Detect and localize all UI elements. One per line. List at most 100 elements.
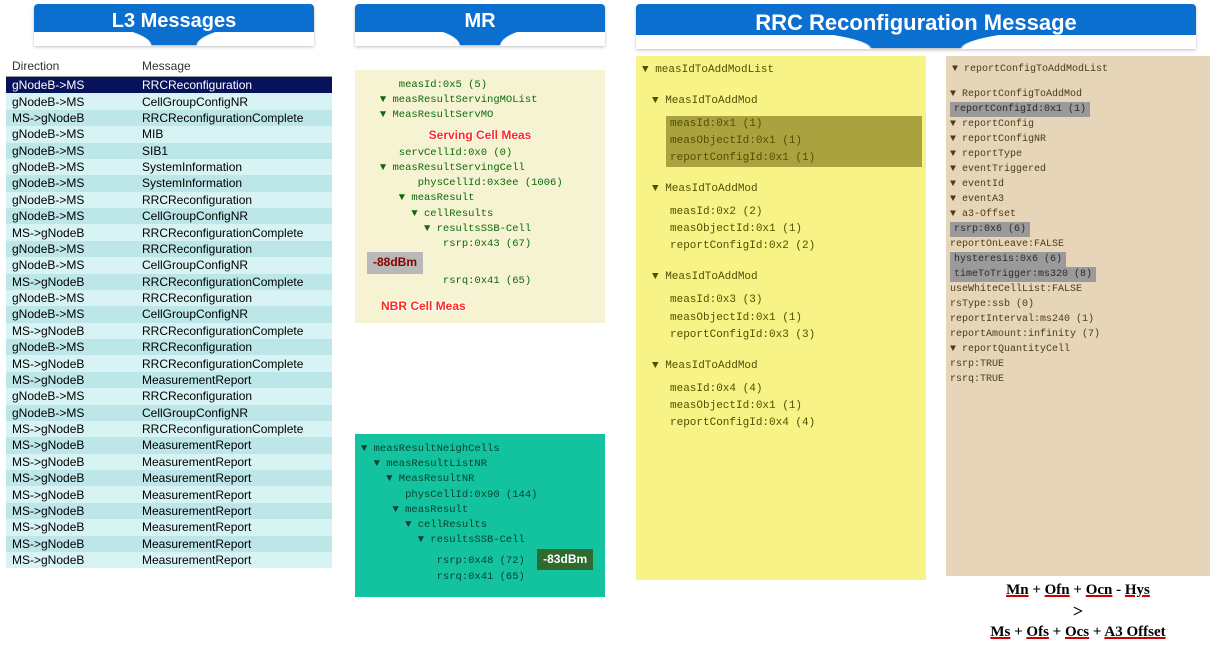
tree-line: rsType:ssb (0): [950, 297, 1208, 312]
banner-mr: MR: [355, 4, 605, 45]
table-row[interactable]: MS->gNodeBMeasurementReport: [6, 503, 332, 519]
table-row[interactable]: gNodeB->MSRRCReconfiguration: [6, 388, 332, 404]
measid-block-head: ▼ MeasIdToAddMod: [640, 93, 922, 110]
measid-row: reportConfigId:0x2 (2): [640, 238, 922, 255]
measid-row: measId:0x3 (3): [640, 292, 922, 309]
table-row[interactable]: MS->gNodeBMeasurementReport: [6, 519, 332, 535]
tree-line: timeToTrigger:ms320 (8): [950, 267, 1208, 282]
measid-block-head: ▼ MeasIdToAddMod: [640, 181, 922, 198]
table-row[interactable]: MS->gNodeBRRCReconfigurationComplete: [6, 274, 332, 290]
tree-line: reportAmount:infinity (7): [950, 327, 1208, 342]
mr-serving-panel: measId:0x5 (5) ▼ measResultServingMOList…: [355, 70, 605, 323]
tree-line: ▼ cellResults: [361, 518, 599, 533]
table-row[interactable]: MS->gNodeBMeasurementReport: [6, 372, 332, 388]
rrc-measid-panel: ▼ measIdToAddModList ▼ MeasIdToAddMod mea…: [636, 56, 926, 580]
tree-line: ▼ cellResults: [361, 207, 599, 222]
table-row[interactable]: gNodeB->MSRRCReconfiguration: [6, 241, 332, 257]
tree-line: ▼ MeasResultNR: [361, 472, 599, 487]
tree-line: rsrp:TRUE: [950, 357, 1208, 372]
measid-row: measId:0x1 (1): [666, 116, 922, 133]
measid-block-head: ▼ MeasIdToAddMod: [640, 269, 922, 286]
serving-rsrp-badge: -88dBm: [367, 252, 423, 273]
tree-line: ▼ measResult: [361, 191, 599, 206]
tree-line: reportInterval:ms240 (1): [950, 312, 1208, 327]
table-row[interactable]: gNodeB->MSRRCReconfiguration: [6, 192, 332, 208]
rrc-reportcfg-title: ▼ reportConfigToAddModList: [950, 62, 1208, 77]
table-row[interactable]: MS->gNodeBMeasurementReport: [6, 552, 332, 568]
measid-row: measId:0x4 (4): [640, 381, 922, 398]
table-row[interactable]: gNodeB->MSMIB: [6, 126, 332, 142]
table-row[interactable]: MS->gNodeBMeasurementReport: [6, 486, 332, 502]
tree-line: ▼ resultsSSB-Cell: [361, 222, 599, 237]
measid-block-head: ▼ MeasIdToAddMod: [640, 358, 922, 375]
banner-rrc: RRC Reconfiguration Message: [636, 4, 1196, 48]
tree-line: ▼ reportConfigNR: [950, 132, 1208, 147]
mr-neighbor-panel: ▼ measResultNeighCells ▼ measResultListN…: [355, 434, 605, 597]
rrc-measid-title: ▼ measIdToAddModList: [640, 62, 922, 79]
tree-line: ▼ eventTriggered: [950, 162, 1208, 177]
tree-line: measId:0x5 (5): [361, 78, 599, 93]
serving-cell-meas-label: Serving Cell Meas: [429, 128, 532, 142]
a3-event-formula: Mn + Ofn + Ocn - Hys > Ms + Ofs + Ocs + …: [946, 582, 1210, 641]
table-row[interactable]: MS->gNodeBMeasurementReport: [6, 454, 332, 470]
table-row[interactable]: gNodeB->MSCellGroupConfigNR: [6, 208, 332, 224]
tree-line: rsrq:TRUE: [950, 372, 1208, 387]
tree-line: reportConfigId:0x1 (1): [950, 102, 1208, 117]
table-row[interactable]: MS->gNodeBMeasurementReport: [6, 437, 332, 453]
nbr-rsrp-badge: -83dBm: [537, 549, 593, 570]
tree-line: ▼ measResultServingCell: [361, 161, 599, 176]
tree-line: ▼ measResultListNR: [361, 457, 599, 472]
serving-rsrq: rsrq:0x41 (65): [361, 275, 531, 287]
l3-messages-table: Direction Message gNodeB->MSRRCReconfigu…: [6, 56, 332, 568]
nbr-cell-meas-label: NBR Cell Meas: [381, 299, 466, 313]
measid-row: measObjectId:0x1 (1): [666, 133, 922, 150]
nbr-rsrq: rsrq:0x41 (65): [361, 571, 525, 583]
rrc-reportconfig-panel: ▼ reportConfigToAddModList ▼ ReportConfi…: [946, 56, 1210, 576]
table-row[interactable]: gNodeB->MSCellGroupConfigNR: [6, 257, 332, 273]
table-row[interactable]: gNodeB->MSSystemInformation: [6, 159, 332, 175]
table-row[interactable]: MS->gNodeBRRCReconfigurationComplete: [6, 355, 332, 371]
banner-l3: L3 Messages: [34, 4, 314, 45]
measid-row: reportConfigId:0x3 (3): [640, 327, 922, 344]
tree-line: reportOnLeave:FALSE: [950, 237, 1208, 252]
tree-line: ▼ reportType: [950, 147, 1208, 162]
table-row[interactable]: gNodeB->MSCellGroupConfigNR: [6, 405, 332, 421]
l3-col-message: Message: [136, 56, 332, 77]
tree-line: ▼ resultsSSB-Cell: [361, 533, 599, 548]
table-row[interactable]: MS->gNodeBRRCReconfigurationComplete: [6, 110, 332, 126]
table-row[interactable]: gNodeB->MSRRCReconfiguration: [6, 77, 332, 94]
table-row[interactable]: MS->gNodeBRRCReconfigurationComplete: [6, 224, 332, 240]
table-row[interactable]: MS->gNodeBMeasurementReport: [6, 536, 332, 552]
tree-line: ▼ a3-Offset: [950, 207, 1208, 222]
serving-rsrp: rsrp:0x43 (67): [361, 238, 531, 250]
table-row[interactable]: gNodeB->MSCellGroupConfigNR: [6, 306, 332, 322]
tree-line: physCellId:0x3ee (1006): [361, 176, 599, 191]
table-row[interactable]: gNodeB->MSRRCReconfiguration: [6, 290, 332, 306]
table-row[interactable]: MS->gNodeBMeasurementReport: [6, 470, 332, 486]
tree-line: ▼ measResultNeighCells: [361, 442, 599, 457]
table-row[interactable]: MS->gNodeBRRCReconfigurationComplete: [6, 323, 332, 339]
tree-line: ▼ ReportConfigToAddMod: [950, 87, 1208, 102]
table-row[interactable]: gNodeB->MSSIB1: [6, 143, 332, 159]
measid-row: measObjectId:0x1 (1): [640, 398, 922, 415]
tree-line: ▼ MeasResultServMO: [361, 108, 599, 123]
nbr-rsrp: rsrp:0x48 (72): [361, 555, 525, 567]
tree-line: ▼ eventA3: [950, 192, 1208, 207]
tree-line: ▼ reportConfig: [950, 117, 1208, 132]
tree-line: ▼ measResultServingMOList: [361, 93, 599, 108]
measid-row: measId:0x2 (2): [640, 204, 922, 221]
measid-row: reportConfigId:0x4 (4): [640, 415, 922, 432]
tree-line: hysteresis:0x6 (6): [950, 252, 1208, 267]
tree-line: physCellId:0x90 (144): [361, 488, 599, 503]
l3-col-direction: Direction: [6, 56, 136, 77]
table-row[interactable]: MS->gNodeBRRCReconfigurationComplete: [6, 421, 332, 437]
measid-row: reportConfigId:0x1 (1): [666, 150, 922, 167]
table-row[interactable]: gNodeB->MSSystemInformation: [6, 175, 332, 191]
tree-line: rsrp:0x6 (6): [950, 222, 1208, 237]
measid-row: measObjectId:0x1 (1): [640, 221, 922, 238]
table-row[interactable]: gNodeB->MSRRCReconfiguration: [6, 339, 332, 355]
tree-line: servCellId:0x0 (0): [361, 146, 599, 161]
tree-line: ▼ reportQuantityCell: [950, 342, 1208, 357]
table-row[interactable]: gNodeB->MSCellGroupConfigNR: [6, 93, 332, 109]
tree-line: ▼ eventId: [950, 177, 1208, 192]
